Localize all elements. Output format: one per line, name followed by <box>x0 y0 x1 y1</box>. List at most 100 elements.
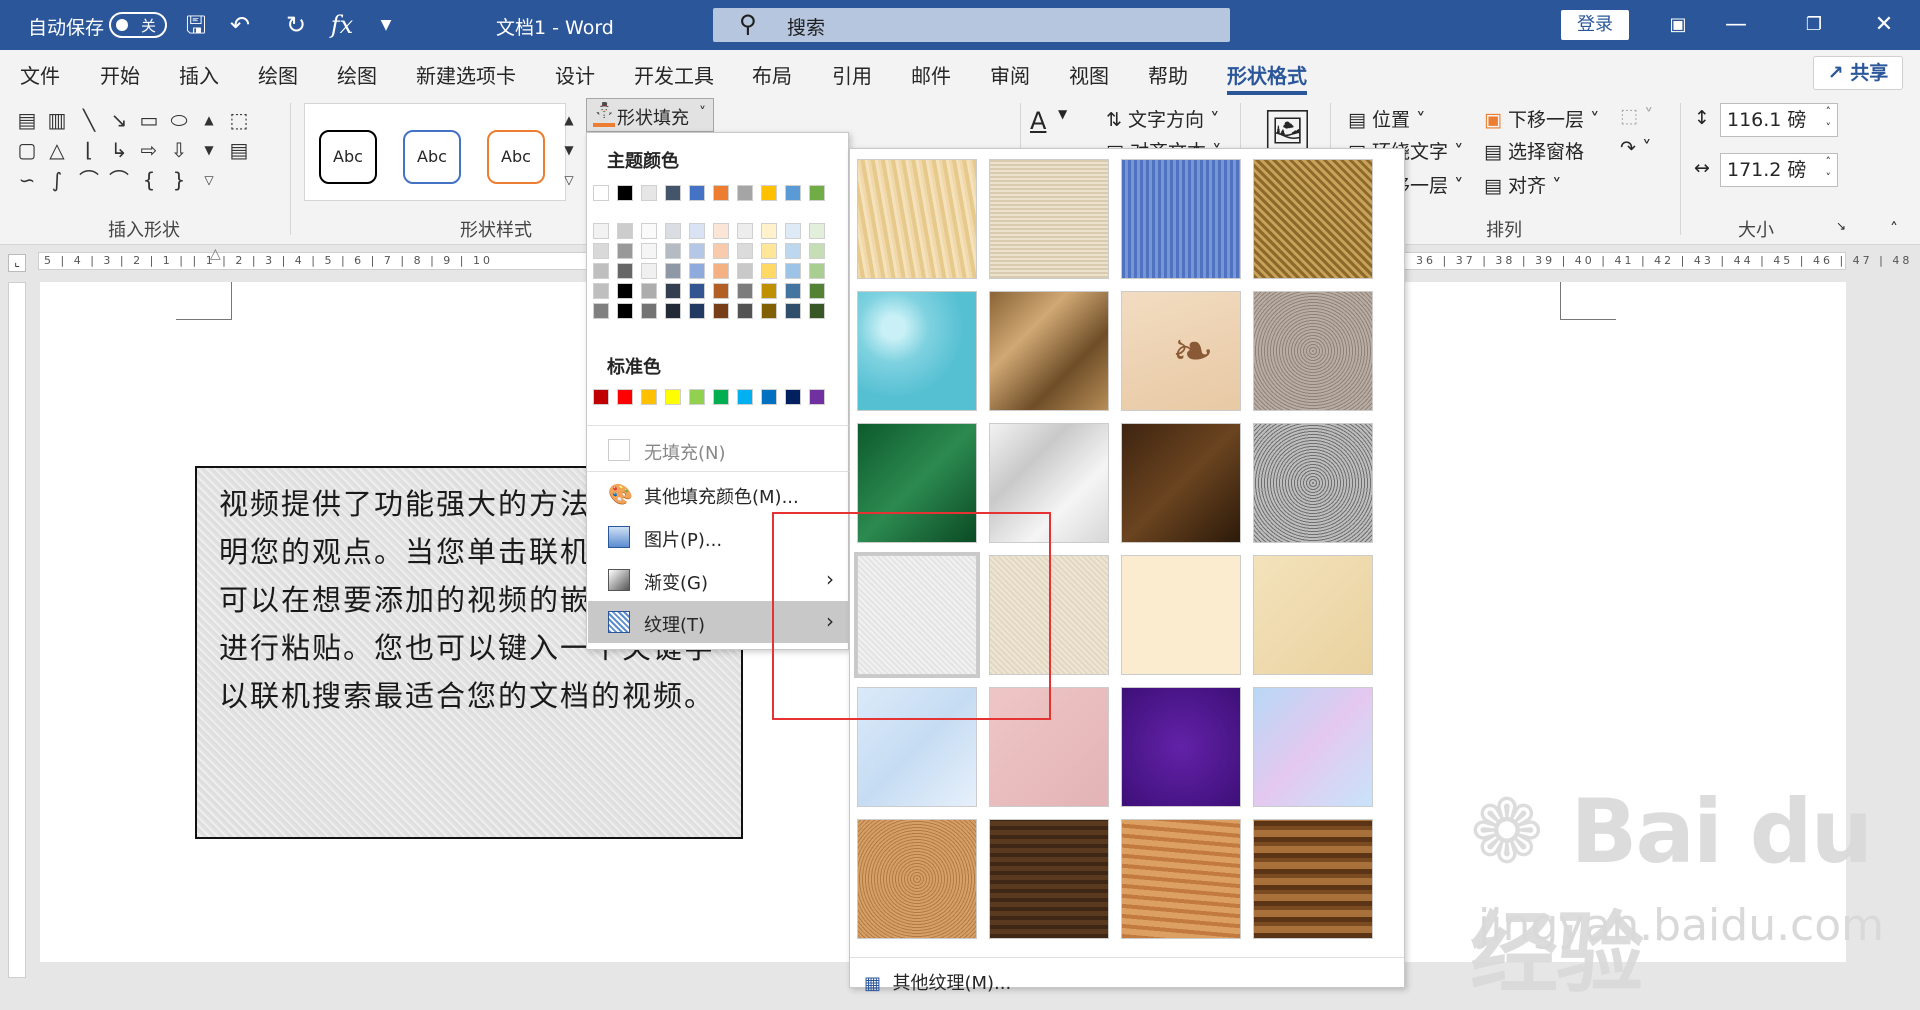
vertical-text-box-icon[interactable]: ▥ <box>44 107 70 133</box>
theme-shade-swatch[interactable] <box>809 263 825 279</box>
theme-shade-swatch[interactable] <box>785 263 801 279</box>
texture-water-droplets[interactable] <box>857 291 977 411</box>
theme-color-swatch[interactable] <box>665 185 681 201</box>
formula-icon[interactable]: fx <box>326 10 358 40</box>
login-button[interactable]: 登录 <box>1561 10 1629 40</box>
standard-color-swatch[interactable] <box>689 389 705 405</box>
theme-shade-swatch[interactable] <box>761 283 777 299</box>
theme-shade-swatch[interactable] <box>713 283 729 299</box>
theme-color-swatch[interactable] <box>593 185 609 201</box>
rotate-icon[interactable]: ↷ ˅ <box>1620 137 1651 159</box>
theme-shade-swatch[interactable] <box>593 283 609 299</box>
arrow-line-icon[interactable]: ↘ <box>106 107 132 133</box>
theme-color-swatch[interactable] <box>713 185 729 201</box>
texture-woven-mat[interactable] <box>1253 159 1373 279</box>
elbow-arrow-icon[interactable]: ↳ <box>106 137 132 163</box>
tab-design[interactable]: 设计 <box>555 60 595 89</box>
no-fill-item[interactable]: 无填充(N) <box>588 429 848 471</box>
style-sample-black[interactable]: Abc <box>319 130 377 184</box>
edit-shape-icon[interactable]: ⬚ <box>226 107 252 133</box>
style-sample-blue[interactable]: Abc <box>403 130 461 184</box>
theme-color-swatch[interactable] <box>785 185 801 201</box>
standard-color-swatch[interactable] <box>785 389 801 405</box>
oval-shape-icon[interactable]: ⬭ <box>166 107 192 133</box>
redo-icon[interactable]: ↻ <box>280 10 312 40</box>
styles-scroll-up-icon[interactable]: ▲ <box>556 107 582 133</box>
standard-color-swatch[interactable] <box>809 389 825 405</box>
theme-shade-swatch[interactable] <box>641 243 657 259</box>
theme-shade-swatch[interactable] <box>737 303 753 319</box>
theme-shade-swatch[interactable] <box>665 263 681 279</box>
arc-icon[interactable]: ⌒ <box>76 167 102 193</box>
theme-shade-swatch[interactable] <box>665 283 681 299</box>
align-button[interactable]: ▤ 对齐 ˅ <box>1484 171 1562 198</box>
theme-color-swatch[interactable] <box>737 185 753 201</box>
theme-shade-swatch[interactable] <box>689 223 705 239</box>
line-shape-icon[interactable]: ╲ <box>76 107 102 133</box>
rounded-rect-icon[interactable]: ▢ <box>14 137 40 163</box>
standard-color-swatch[interactable] <box>713 389 729 405</box>
scroll-down-icon[interactable]: ▼ <box>196 137 222 163</box>
indent-marker-icon[interactable]: △ <box>210 246 221 262</box>
theme-shade-swatch[interactable] <box>593 223 609 239</box>
scribble-icon[interactable]: ∫ <box>44 167 70 193</box>
theme-shade-swatch[interactable] <box>785 283 801 299</box>
customize-qat-icon[interactable]: ▼ <box>370 10 402 40</box>
theme-shade-swatch[interactable] <box>785 223 801 239</box>
texture-granite[interactable] <box>1253 423 1373 543</box>
theme-shade-swatch[interactable] <box>809 243 825 259</box>
theme-shade-swatch[interactable] <box>713 243 729 259</box>
texture-paper-bag[interactable] <box>989 291 1109 411</box>
send-backward-button[interactable]: ▣ 下移一层 ˅ <box>1484 105 1600 132</box>
size-dialog-launcher-icon[interactable]: ↘ <box>1836 219 1846 233</box>
theme-shade-swatch[interactable] <box>617 283 633 299</box>
triangle-shape-icon[interactable]: △ <box>44 137 70 163</box>
theme-shade-swatch[interactable] <box>617 223 633 239</box>
minimize-icon[interactable]: — <box>1718 8 1754 42</box>
texture-canvas[interactable] <box>989 159 1109 279</box>
texture-sand[interactable] <box>1253 291 1373 411</box>
text-box-shape-icon[interactable]: ▤ <box>14 107 40 133</box>
tab-new-tab[interactable]: 新建选项卡 <box>416 60 516 89</box>
tab-view[interactable]: 视图 <box>1069 60 1109 89</box>
standard-color-swatch[interactable] <box>641 389 657 405</box>
save-icon[interactable]: 🖫 <box>180 10 212 40</box>
texture-medium-wood[interactable] <box>1253 819 1373 939</box>
texture-fish-fossil[interactable]: ❧ <box>1121 291 1241 411</box>
gallery-more-icon[interactable]: ▽ <box>196 167 222 193</box>
texture-parchment[interactable] <box>1121 555 1241 675</box>
shape-width-input[interactable]: 171.2 磅 ˄ ˅ <box>1720 153 1838 187</box>
texture-cork[interactable] <box>857 819 977 939</box>
texture-purple-mesh[interactable] <box>1121 687 1241 807</box>
theme-shade-swatch[interactable] <box>737 283 753 299</box>
theme-shade-swatch[interactable] <box>713 263 729 279</box>
text-direction-button[interactable]: ⇅ 文字方向 ˅ <box>1106 105 1220 132</box>
texture-brown-marble[interactable] <box>1121 423 1241 543</box>
tab-mailings[interactable]: 邮件 <box>911 60 951 89</box>
restore-icon[interactable]: ❐ <box>1796 8 1832 42</box>
theme-shade-swatch[interactable] <box>713 303 729 319</box>
position-button[interactable]: ▤ 位置 ˅ <box>1348 105 1426 132</box>
theme-shade-swatch[interactable] <box>785 243 801 259</box>
theme-shade-swatch[interactable] <box>665 303 681 319</box>
theme-color-swatch[interactable] <box>809 185 825 201</box>
search-box[interactable]: ⚲ 搜索 <box>713 8 1230 42</box>
theme-shade-swatch[interactable] <box>761 223 777 239</box>
standard-color-swatch[interactable] <box>593 389 609 405</box>
rectangle-shape-icon[interactable]: ▭ <box>136 107 162 133</box>
tab-file[interactable]: 文件 <box>20 60 60 89</box>
theme-shade-swatch[interactable] <box>665 243 681 259</box>
texture-oak[interactable] <box>1121 819 1241 939</box>
freeform-icon[interactable]: ∽ <box>14 167 40 193</box>
text-fill-icon[interactable]: A <box>1030 107 1046 135</box>
theme-shade-swatch[interactable] <box>641 303 657 319</box>
standard-color-swatch[interactable] <box>737 389 753 405</box>
ribbon-display-icon[interactable]: ▣ <box>1660 8 1696 42</box>
standard-color-swatch[interactable] <box>617 389 633 405</box>
more-fill-colors-item[interactable]: 🎨 其他填充颜色(M)... <box>588 473 848 515</box>
theme-color-swatch[interactable] <box>641 185 657 201</box>
theme-shade-swatch[interactable] <box>689 303 705 319</box>
theme-shade-swatch[interactable] <box>785 303 801 319</box>
alt-text-icon[interactable]: 🖼 <box>1262 107 1313 154</box>
down-arrow-shape-icon[interactable]: ⇩ <box>166 137 192 163</box>
